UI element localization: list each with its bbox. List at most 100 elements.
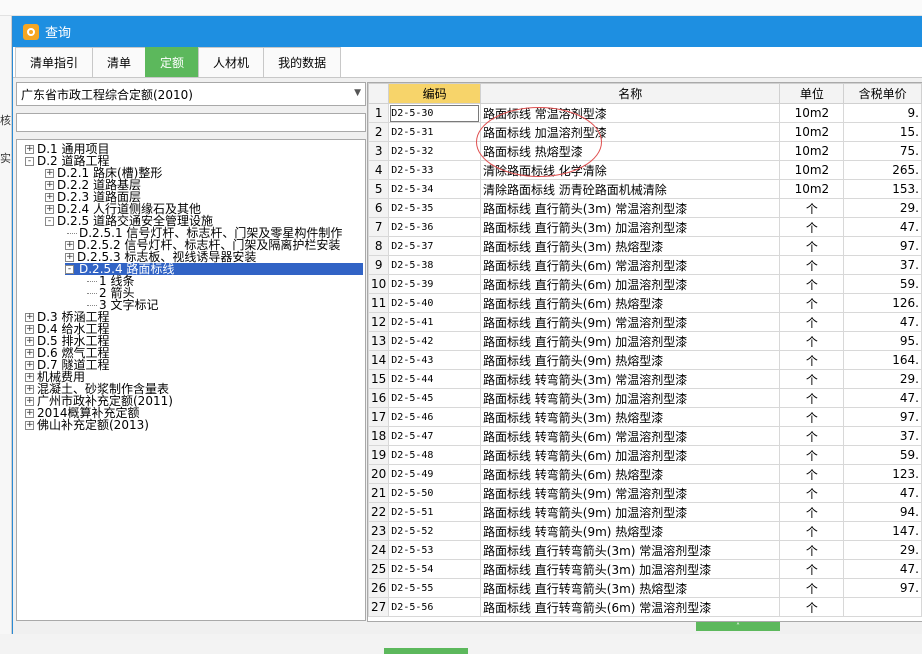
- table-row[interactable]: 25 D2-5-54 路面标线 直行转弯箭头(3m) 加温溶剂型漆个 47.: [368, 559, 922, 579]
- row-index[interactable]: 26: [368, 578, 390, 598]
- dialog-titlebar[interactable]: 查询: [13, 16, 922, 47]
- table-row[interactable]: 5 D2-5-34 清除路面标线 沥青砼路面机械清除 10m2 153.: [368, 179, 922, 199]
- row-name[interactable]: 路面标线 热熔型漆: [479, 141, 781, 161]
- table-row[interactable]: 4 D2-5-33 清除路面标线 化学清除 10m2 265.: [368, 160, 922, 180]
- row-price[interactable]: 47.: [843, 388, 922, 408]
- expand-icon[interactable]: +: [25, 336, 34, 346]
- table-row[interactable]: 9 D2-5-38 路面标线 直行箭头(6m) 常温溶剂型漆个 37.: [368, 255, 922, 275]
- row-code[interactable]: D2-5-56: [388, 597, 481, 617]
- row-price[interactable]: 15.: [843, 122, 922, 142]
- row-index[interactable]: 21: [368, 483, 390, 503]
- row-unit[interactable]: 个: [779, 217, 845, 237]
- row-code[interactable]: D2-5-44: [388, 369, 481, 389]
- row-code[interactable]: D2-5-40: [388, 293, 481, 313]
- row-name[interactable]: 路面标线 直行箭头(3m) 常温溶剂型漆: [479, 198, 781, 218]
- tab-labor-material-machine[interactable]: 人材机: [198, 47, 265, 77]
- row-unit[interactable]: 个: [779, 445, 845, 465]
- collapse-icon[interactable]: -: [65, 264, 74, 274]
- row-index[interactable]: 2: [368, 122, 390, 142]
- row-code[interactable]: D2-5-55: [388, 578, 481, 598]
- row-index[interactable]: 8: [368, 236, 390, 256]
- table-row[interactable]: 17 D2-5-46 路面标线 转弯箭头(3m) 热熔型漆个 97.: [368, 407, 922, 427]
- row-unit[interactable]: 10m2: [779, 141, 845, 161]
- row-name[interactable]: 路面标线 直行箭头(6m) 常温溶剂型漆: [479, 255, 781, 275]
- row-code[interactable]: D2-5-32: [388, 141, 481, 161]
- row-unit[interactable]: 个: [779, 426, 845, 446]
- row-unit[interactable]: 个: [779, 312, 845, 332]
- row-code[interactable]: D2-5-39: [388, 274, 481, 294]
- row-code[interactable]: D2-5-43: [388, 350, 481, 370]
- row-code[interactable]: D2-5-35: [388, 198, 481, 218]
- row-unit[interactable]: 个: [779, 502, 845, 522]
- tab-bill-guide[interactable]: 清单指引: [15, 47, 94, 77]
- row-code[interactable]: D2-5-54: [388, 559, 481, 579]
- table-row[interactable]: 14 D2-5-43 路面标线 直行箭头(9m) 热熔型漆个 164.: [368, 350, 922, 370]
- row-unit[interactable]: 10m2: [779, 103, 845, 123]
- column-header-price[interactable]: 含税单价: [843, 83, 922, 104]
- row-price[interactable]: 29.: [843, 540, 922, 560]
- row-name[interactable]: 路面标线 转弯箭头(3m) 常温溶剂型漆: [479, 369, 781, 389]
- row-price[interactable]: 37.: [843, 426, 922, 446]
- table-row[interactable]: 21 D2-5-50 路面标线 转弯箭头(9m) 常温溶剂型漆个 47.: [368, 483, 922, 503]
- table-row[interactable]: 23 D2-5-52 路面标线 转弯箭头(9m) 热熔型漆个 147.: [368, 521, 922, 541]
- row-index[interactable]: 1: [368, 103, 390, 123]
- row-unit[interactable]: 个: [779, 559, 845, 579]
- row-index[interactable]: 12: [368, 312, 390, 332]
- row-unit[interactable]: 个: [779, 331, 845, 351]
- row-name[interactable]: 路面标线 转弯箭头(6m) 热熔型漆: [479, 464, 781, 484]
- row-index[interactable]: 20: [368, 464, 390, 484]
- tree-node[interactable]: + 佛山补充定额(2013): [25, 419, 149, 431]
- expand-icon[interactable]: +: [45, 168, 54, 178]
- row-index[interactable]: 17: [368, 407, 390, 427]
- row-code[interactable]: D2-5-42: [388, 331, 481, 351]
- row-price[interactable]: 265.: [843, 160, 922, 180]
- row-code[interactable]: D2-5-46: [388, 407, 481, 427]
- row-name[interactable]: 清除路面标线 沥青砼路面机械清除: [479, 179, 781, 199]
- row-price[interactable]: 95.: [843, 331, 922, 351]
- dropdown-arrow-icon[interactable]: ▼: [354, 88, 361, 98]
- row-code[interactable]: D2-5-52: [388, 521, 481, 541]
- table-row[interactable]: 16 D2-5-45 路面标线 转弯箭头(3m) 加温溶剂型漆个 47.: [368, 388, 922, 408]
- expand-icon[interactable]: +: [25, 408, 34, 418]
- expand-icon[interactable]: +: [25, 384, 34, 394]
- table-row[interactable]: 12 D2-5-41 路面标线 直行箭头(9m) 常温溶剂型漆个 47.: [368, 312, 922, 332]
- row-price[interactable]: 29.: [843, 198, 922, 218]
- row-unit[interactable]: 个: [779, 521, 845, 541]
- row-unit[interactable]: 10m2: [779, 122, 845, 142]
- row-index[interactable]: 3: [368, 141, 390, 161]
- row-name[interactable]: 路面标线 常温溶剂型漆: [479, 103, 781, 123]
- row-index[interactable]: 23: [368, 521, 390, 541]
- expand-icon[interactable]: +: [45, 180, 54, 190]
- row-unit[interactable]: 10m2: [779, 160, 845, 180]
- expand-icon[interactable]: +: [25, 312, 34, 322]
- row-unit[interactable]: 个: [779, 597, 845, 617]
- column-header-name[interactable]: 名称: [479, 83, 781, 104]
- row-index[interactable]: 4: [368, 160, 390, 180]
- row-name[interactable]: 路面标线 转弯箭头(6m) 加温溶剂型漆: [479, 445, 781, 465]
- row-price[interactable]: 147.: [843, 521, 922, 541]
- row-price[interactable]: 29.: [843, 369, 922, 389]
- row-price[interactable]: 47.: [843, 483, 922, 503]
- row-index[interactable]: 10: [368, 274, 390, 294]
- row-unit[interactable]: 个: [779, 540, 845, 560]
- row-index[interactable]: 18: [368, 426, 390, 446]
- row-unit[interactable]: 个: [779, 369, 845, 389]
- expand-icon[interactable]: +: [25, 372, 34, 382]
- row-code[interactable]: D2-5-51: [388, 502, 481, 522]
- row-unit[interactable]: 个: [779, 578, 845, 598]
- table-row[interactable]: 7 D2-5-36 路面标线 直行箭头(3m) 加温溶剂型漆个 47.: [368, 217, 922, 237]
- row-index[interactable]: 14: [368, 350, 390, 370]
- row-code[interactable]: D2-5-53: [388, 540, 481, 560]
- row-unit[interactable]: 个: [779, 236, 845, 256]
- row-code[interactable]: D2-5-45: [388, 388, 481, 408]
- row-index[interactable]: 24: [368, 540, 390, 560]
- table-row[interactable]: 18 D2-5-47 路面标线 转弯箭头(6m) 常温溶剂型漆个 37.: [368, 426, 922, 446]
- row-unit[interactable]: 个: [779, 274, 845, 294]
- row-price[interactable]: [843, 597, 922, 617]
- row-code[interactable]: D2-5-31: [388, 122, 481, 142]
- row-code[interactable]: D2-5-50: [388, 483, 481, 503]
- expand-icon[interactable]: +: [65, 252, 74, 262]
- table-row[interactable]: 26 D2-5-55 路面标线 直行转弯箭头(3m) 热熔型漆个 97.: [368, 578, 922, 598]
- row-unit[interactable]: 个: [779, 464, 845, 484]
- table-scroll-grip[interactable]: ˄: [696, 622, 780, 631]
